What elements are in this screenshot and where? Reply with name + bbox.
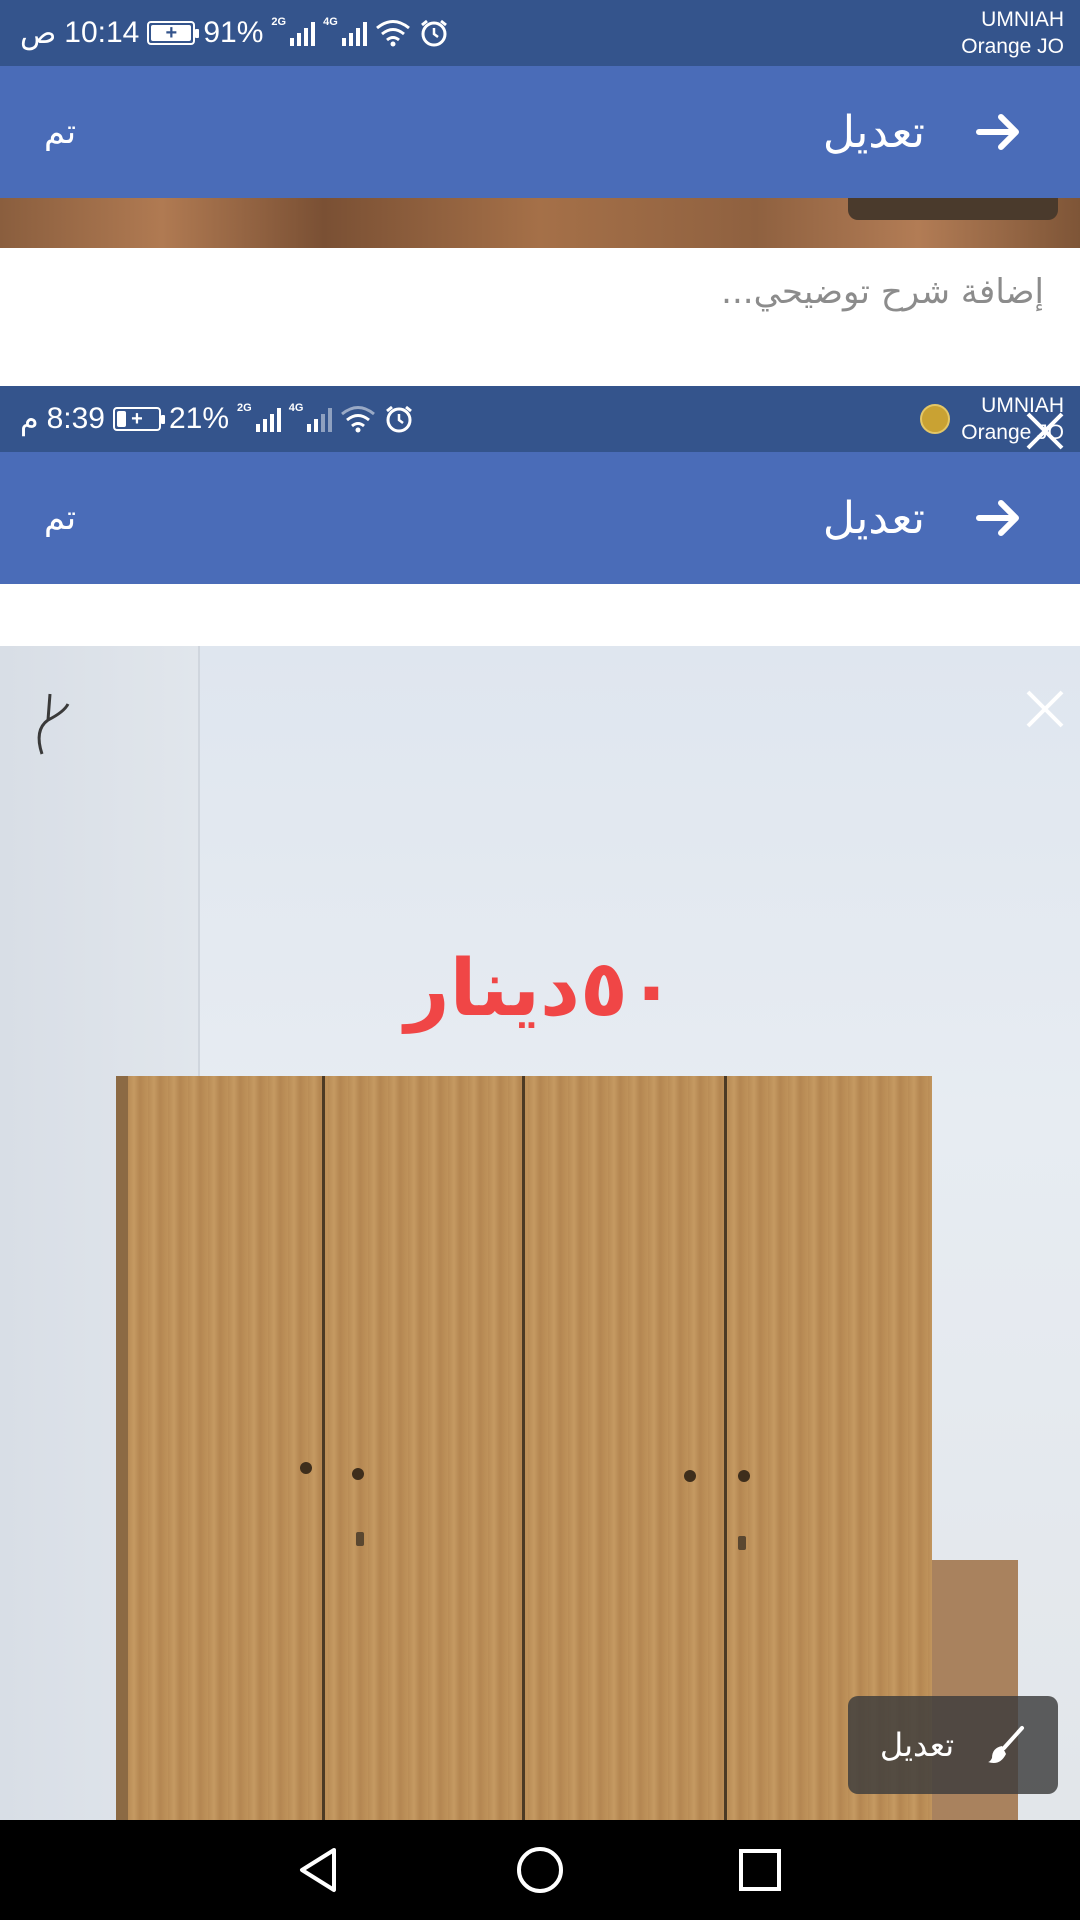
- edit-toolbar: تعديل تم: [0, 452, 1080, 584]
- status-bar-left: م 8:39 + 21% 2G 4G: [20, 386, 414, 452]
- network-4g-label: 4G: [288, 402, 304, 414]
- wall-hook: [37, 693, 70, 755]
- square-recents-icon[interactable]: [732, 1842, 788, 1898]
- toolbar-title: تعديل: [822, 106, 925, 158]
- wifi-icon: [341, 406, 376, 433]
- door-seam: [522, 1076, 525, 1820]
- clock: 8:39: [46, 402, 105, 435]
- edit-photo-button[interactable]: تعديل: [848, 1696, 1058, 1794]
- am-pm-indicator: م: [20, 402, 39, 436]
- door-knob: [684, 1470, 696, 1482]
- done-button[interactable]: تم: [44, 66, 76, 198]
- carrier-name: UMNIAH: [981, 8, 1064, 31]
- door-knob: [352, 1468, 364, 1480]
- door-lock: [356, 1532, 364, 1546]
- brush-icon: [988, 1726, 1025, 1763]
- arrow-right-icon[interactable]: [973, 492, 1025, 544]
- signal-icon: [255, 406, 281, 432]
- caption-input[interactable]: إضافة شرح توضيحي...: [721, 272, 1044, 312]
- signal-icon: [307, 406, 333, 432]
- network-4g-label: 4G: [323, 16, 338, 28]
- price-label: ٥٠دينار: [404, 944, 676, 1034]
- network-2g-label: 2G: [237, 402, 252, 414]
- toolbar-title: تعديل: [822, 492, 925, 544]
- status-bar-left: ص 10:14 + 91% 2G 4G: [20, 0, 449, 66]
- carrier-info: UMNIAH Orange JO: [961, 6, 1064, 60]
- alarm-icon: [420, 19, 447, 47]
- carrier-name: Orange JO: [961, 35, 1064, 58]
- close-icon[interactable]: [1020, 406, 1070, 456]
- door-seam: [724, 1076, 727, 1820]
- battery-percent: 91%: [203, 16, 264, 49]
- wifi-icon: [375, 20, 410, 47]
- signal-icon: [290, 20, 316, 46]
- wardrobe: [128, 1076, 932, 1820]
- photo-preview-strip: [0, 198, 1080, 248]
- overlay-edge: [848, 198, 1058, 220]
- status-bar: م 8:39 + 21% 2G 4G UMNIAH Orange JO: [0, 386, 1080, 452]
- door-lock: [738, 1536, 746, 1550]
- edit-toolbar: تعديل تم: [0, 66, 1080, 198]
- door-knob: [300, 1462, 312, 1474]
- battery-icon: +: [147, 21, 200, 45]
- network-2g-label: 2G: [271, 16, 287, 28]
- status-bar: ص 10:14 + 91% 2G 4G UMNIAH Orange JO: [0, 0, 1080, 66]
- navigation-bar: [0, 1820, 1080, 1920]
- clock: 10:14: [64, 16, 140, 49]
- done-button[interactable]: تم: [44, 452, 76, 584]
- door-seam: [322, 1076, 325, 1820]
- signal-icon: [341, 20, 367, 46]
- arrow-right-icon[interactable]: [973, 106, 1025, 158]
- door-knob: [738, 1470, 750, 1482]
- alarm-icon: [386, 405, 413, 433]
- edit-photo-label: تعديل: [879, 1726, 955, 1764]
- battery-percent: 21%: [168, 402, 230, 435]
- close-icon[interactable]: [1020, 684, 1070, 734]
- triangle-back-icon[interactable]: [292, 1842, 348, 1898]
- coin-icon: [920, 404, 950, 434]
- wardrobe-photo: ٥٠دينار: [0, 646, 1080, 1820]
- battery-icon: +: [112, 407, 165, 431]
- circle-home-icon[interactable]: [512, 1842, 568, 1898]
- am-pm-indicator: ص: [20, 16, 57, 50]
